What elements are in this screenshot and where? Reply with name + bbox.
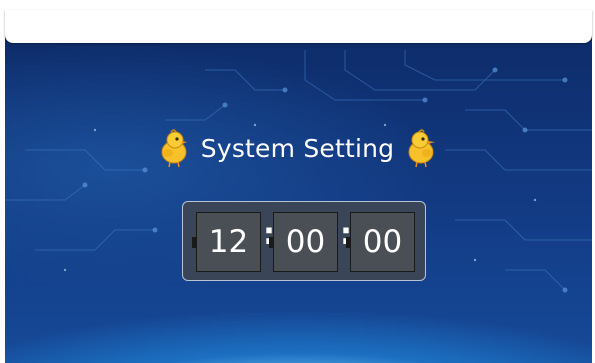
background-screen [5, 10, 592, 363]
hours-field[interactable]: 12 [192, 212, 261, 272]
top-bar [5, 10, 592, 43]
title-row: System Setting [0, 128, 595, 168]
chick-icon [408, 129, 436, 168]
time-setting-panel: 12 : 00 : 00 [182, 201, 426, 281]
page-title: System Setting [200, 133, 395, 163]
minutes-field[interactable]: 00 [269, 212, 338, 272]
circuit-pattern [5, 50, 592, 293]
chick-icon [161, 129, 187, 168]
seconds-field[interactable]: 00 [346, 212, 415, 272]
